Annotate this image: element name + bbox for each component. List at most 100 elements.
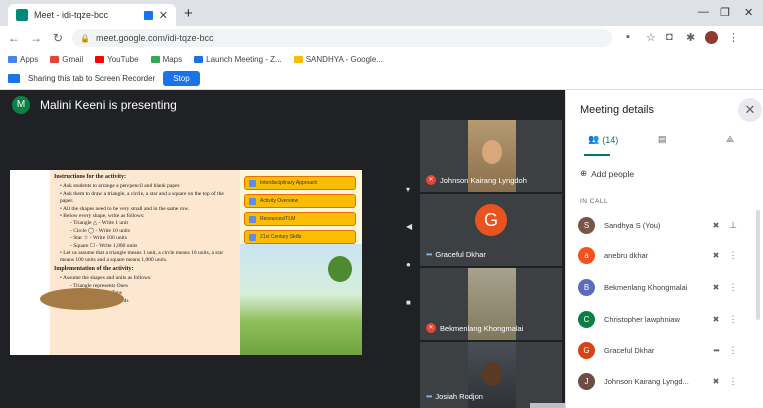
presenter-text: Malini Keeni is presenting xyxy=(40,98,177,112)
slide-shape-line: - Square ☐ - Write 1,000 units xyxy=(70,242,138,249)
speaking-dots-icon: ••• xyxy=(426,392,432,401)
slide-button-activity-overview: Activity Overview xyxy=(244,194,356,208)
people-icon: 👥 xyxy=(588,134,600,144)
bookmark-sandhya[interactable]: SANDHYA - Google... xyxy=(293,55,383,64)
participant-avatar: a xyxy=(578,246,595,264)
bookmark-youtube[interactable]: YouTube xyxy=(95,55,139,64)
forward-icon[interactable]: → xyxy=(28,31,44,45)
restore-icon[interactable]: ❐ xyxy=(720,6,730,19)
slide-shape-line: - Triangle △ - Write 1 unit xyxy=(70,220,128,227)
recording-indicator-icon xyxy=(143,10,153,20)
stop-icon[interactable]: ■ xyxy=(406,298,411,307)
meeting-details-panel: Meeting details ✕ 👥 (14) ▤ ⟁ ⊕ Add peopl… xyxy=(565,90,763,408)
participant-row[interactable]: S Sandhya S (You) ✖ ⊥ xyxy=(578,214,758,236)
add-people-button[interactable]: ⊕ Add people xyxy=(580,168,634,179)
profile-avatar[interactable] xyxy=(705,31,718,44)
stop-sharing-button[interactable]: Stop xyxy=(163,71,200,86)
tab-activities[interactable]: ⟁ xyxy=(726,134,734,145)
browser-tab-strip: Meet - idi-tqze-bcc ✕ + — ❐ ✕ xyxy=(0,0,763,26)
in-call-heading: IN CALL xyxy=(580,198,609,205)
participant-face xyxy=(482,140,502,164)
slide-button-icon xyxy=(249,179,256,187)
close-window-icon[interactable]: ✕ xyxy=(744,6,753,19)
tab-chat[interactable]: ▤ xyxy=(658,134,667,145)
record-icon[interactable]: ● xyxy=(406,260,411,269)
participant-name: Graceful Dkhar xyxy=(604,345,655,355)
participant-avatar: C xyxy=(578,310,595,328)
slide-bullet: • Assume the shapes and units as follows… xyxy=(60,275,152,282)
tab-people[interactable]: 👥 (14) xyxy=(588,134,618,145)
bookmark-gmail[interactable]: Gmail xyxy=(50,55,83,64)
puzzle-icon[interactable]: ✱ xyxy=(686,31,695,44)
slide-bullet: • Let us assume that a triangle means 1 … xyxy=(60,250,224,264)
slide-instructions: Instructions for the activity: • Ask stu… xyxy=(50,170,240,355)
slide-heading: Implementation of the activity: xyxy=(54,265,134,272)
participant-row[interactable]: J Johnson Kairang Lyngd... ✖ ⋮ xyxy=(578,370,758,392)
cast-icon[interactable]: ▪ xyxy=(626,31,630,43)
participant-face xyxy=(482,362,502,386)
youtube-icon xyxy=(95,55,105,63)
participant-name: Sandhya S (You) xyxy=(604,220,661,230)
meet-stage: M Malini Keeni is presenting Instruction… xyxy=(0,90,725,408)
browser-tab-meet[interactable]: Meet - idi-tqze-bcc ✕ xyxy=(8,4,176,26)
tab-title: Meet - idi-tqze-bcc xyxy=(34,10,109,20)
new-tab-button[interactable]: + xyxy=(184,5,193,22)
participant-name-label: ••• Graceful Dkhar xyxy=(426,250,486,259)
more-options-icon[interactable]: ⋮ xyxy=(724,250,742,261)
panel-scrollbar[interactable] xyxy=(756,210,760,320)
participant-tile[interactable]: ••• Josiah Rodjon xyxy=(420,342,562,408)
panel-title: Meeting details xyxy=(580,104,654,116)
participant-row[interactable]: B Bekmenlang Khongmalai ✖ ⋮ xyxy=(578,276,758,298)
apps-icon xyxy=(8,55,17,63)
menu-icon[interactable]: ⋮ xyxy=(728,31,739,44)
people-count: (14) xyxy=(602,134,619,145)
bookmark-launch-meeting[interactable]: Launch Meeting - Z... xyxy=(194,55,282,64)
more-options-icon[interactable]: ⋮ xyxy=(724,282,742,293)
speaking-dots-icon: ••• xyxy=(426,250,432,259)
extension-icon[interactable]: ◘ xyxy=(666,31,673,43)
more-options-icon[interactable]: ⋮ xyxy=(724,345,742,356)
participant-avatar: J xyxy=(578,372,595,390)
slide-heading: Instructions for the activity: xyxy=(54,174,127,180)
minimize-icon[interactable]: — xyxy=(698,6,709,18)
participant-row[interactable]: C Christopher lawphniaw ✖ ⋮ xyxy=(578,308,758,330)
participant-row[interactable]: a anebru dkhar ✖ ⋮ xyxy=(578,244,758,266)
add-person-icon: ⊕ xyxy=(580,168,588,178)
bookmark-maps[interactable]: Maps xyxy=(150,55,182,64)
participant-name: Christopher lawphniaw xyxy=(604,314,680,324)
zoom-icon xyxy=(194,55,204,63)
tab-close-icon[interactable]: ✕ xyxy=(159,9,168,22)
more-options-icon[interactable]: ⋮ xyxy=(724,314,742,325)
participant-name: Bekmenlang Khongmalai xyxy=(604,282,688,292)
participant-tile[interactable]: ✕ Johnson Kairang Lyngdoh xyxy=(420,120,562,192)
participant-name: anebru dkhar xyxy=(604,250,649,260)
meet-favicon-icon xyxy=(16,9,28,21)
presenter-bar: M Malini Keeni is presenting xyxy=(0,90,565,120)
slide-landscape-tree xyxy=(328,256,352,282)
activities-icon: ⟁ xyxy=(726,134,735,144)
participant-avatar: B xyxy=(578,278,595,296)
participant-name-label: ✕ Bekmenlang Khongmalai xyxy=(426,323,523,333)
participant-row[interactable]: G Graceful Dkhar ••• ⋮ xyxy=(578,339,758,361)
address-bar[interactable]: 🔒 meet.google.com/idi-tqze-bcc xyxy=(72,29,612,47)
presentation-slide: Instructions for the activity: • Ask stu… xyxy=(10,170,430,355)
close-panel-button[interactable]: ✕ xyxy=(738,98,762,122)
participant-tile[interactable]: G ••• Graceful Dkhar xyxy=(420,194,562,266)
more-options-icon[interactable]: ⋮ xyxy=(724,376,742,387)
slide-button-icon xyxy=(249,197,256,205)
participant-name-label: ✕ Johnson Kairang Lyngdoh xyxy=(426,175,527,185)
mic-off-icon: ✕ xyxy=(426,175,436,185)
bookmark-apps[interactable]: Apps xyxy=(8,55,38,64)
previous-slide-icon[interactable]: ◀ xyxy=(406,222,412,231)
bookmark-star-icon[interactable]: ☆ xyxy=(646,31,656,44)
back-icon[interactable]: ← xyxy=(6,31,22,45)
slide-bullet: • Below every shape, write as follows: xyxy=(60,213,145,220)
participant-tile[interactable]: ✕ Bekmenlang Khongmalai xyxy=(420,268,562,340)
mic-off-icon: ✖ xyxy=(712,376,720,386)
pin-participant-icon[interactable]: ⊥ xyxy=(724,220,742,231)
reload-icon[interactable]: ↻ xyxy=(50,31,66,45)
tab-sharing-notice: Sharing this tab to Screen Recorder Stop xyxy=(0,68,763,90)
slide-button-21st-century: 21st Century Skills xyxy=(244,230,356,244)
pin-icon[interactable]: ▾ xyxy=(406,185,410,194)
mic-off-icon: ✖ xyxy=(712,282,720,292)
